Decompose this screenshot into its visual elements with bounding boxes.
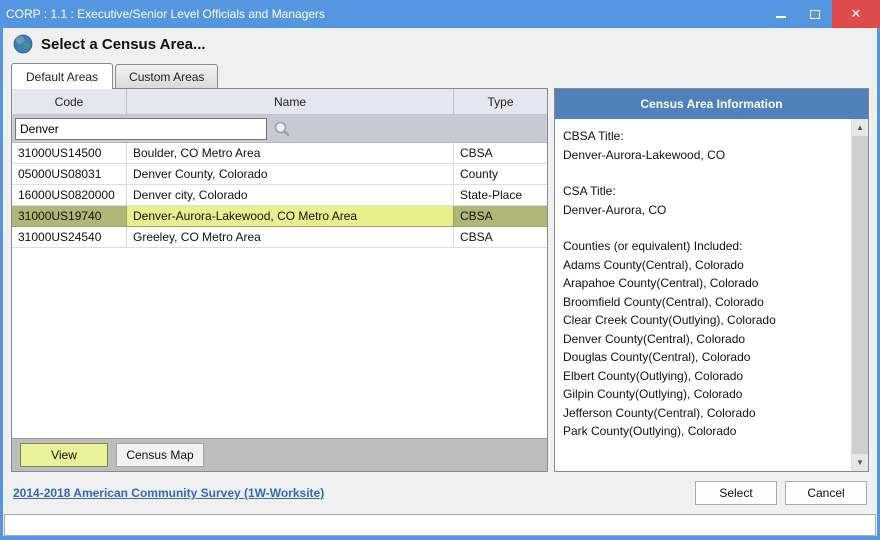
cbsa-title-label: CBSA Title: bbox=[563, 127, 847, 146]
tab-label: Custom Areas bbox=[129, 70, 204, 84]
county-item: Broomfield County(Central), Colorado bbox=[563, 293, 847, 312]
close-button[interactable]: ✕ bbox=[832, 0, 880, 28]
window-title: CORP : 1.1 : Executive/Senior Level Offi… bbox=[6, 7, 764, 21]
dialog-footer: 2014-2018 American Community Survey (1W-… bbox=[3, 472, 877, 514]
column-header-name[interactable]: Name bbox=[127, 89, 454, 114]
info-scrollbar[interactable]: ▲ ▼ bbox=[851, 119, 868, 471]
column-header-type[interactable]: Type bbox=[454, 89, 547, 114]
info-panel-title: Census Area Information bbox=[555, 89, 868, 119]
dialog-header: Select a Census Area... bbox=[3, 28, 877, 60]
county-item: Jefferson County(Central), Colorado bbox=[563, 404, 847, 423]
maximize-icon bbox=[810, 10, 820, 19]
cell-code: 31000US14500 bbox=[12, 143, 127, 164]
page-title: Select a Census Area... bbox=[41, 36, 206, 53]
cell-code: 31000US19740 bbox=[12, 206, 127, 227]
cell-type: CBSA bbox=[454, 206, 547, 227]
county-item: Adams County(Central), Colorado bbox=[563, 256, 847, 275]
cell-name: Denver-Aurora-Lakewood, CO Metro Area bbox=[127, 206, 454, 227]
cancel-button[interactable]: Cancel bbox=[785, 481, 867, 505]
dialog-window: CORP : 1.1 : Executive/Senior Level Offi… bbox=[0, 0, 880, 540]
main-content: Code Name Type 31000US14500 Boulder, CO … bbox=[3, 88, 877, 472]
cell-name: Boulder, CO Metro Area bbox=[127, 143, 454, 164]
minimize-button[interactable] bbox=[764, 0, 798, 28]
search-input[interactable] bbox=[15, 118, 267, 140]
info-panel-body: CBSA Title: Denver-Aurora-Lakewood, CO C… bbox=[555, 119, 868, 471]
table-actions-bar: View Census Map bbox=[12, 438, 547, 471]
view-button[interactable]: View bbox=[20, 443, 108, 467]
county-item: Clear Creek County(Outlying), Colorado bbox=[563, 311, 847, 330]
cell-code: 16000US0820000 bbox=[12, 185, 127, 206]
scroll-up-icon[interactable]: ▲ bbox=[852, 119, 868, 136]
tab-strip: Default Areas Custom Areas bbox=[3, 60, 877, 88]
search-icon[interactable] bbox=[273, 120, 291, 138]
titlebar: CORP : 1.1 : Executive/Senior Level Offi… bbox=[0, 0, 880, 28]
table-header-row: Code Name Type bbox=[12, 89, 547, 115]
search-row bbox=[12, 115, 547, 143]
table-row[interactable]: 31000US24540 Greeley, CO Metro Area CBSA bbox=[12, 227, 547, 248]
cell-name: Denver city, Colorado bbox=[127, 185, 454, 206]
cell-type: CBSA bbox=[454, 227, 547, 248]
county-item: Park County(Outlying), Colorado bbox=[563, 422, 847, 441]
census-map-button[interactable]: Census Map bbox=[116, 443, 204, 467]
select-button[interactable]: Select bbox=[695, 481, 777, 505]
county-item: Arapahoe County(Central), Colorado bbox=[563, 274, 847, 293]
csa-title-label: CSA Title: bbox=[563, 182, 847, 201]
county-item: Douglas County(Central), Colorado bbox=[563, 348, 847, 367]
survey-link[interactable]: 2014-2018 American Community Survey (1W-… bbox=[13, 486, 324, 500]
tab-custom-areas[interactable]: Custom Areas bbox=[115, 64, 218, 88]
cell-code: 05000US08031 bbox=[12, 164, 127, 185]
table-row[interactable]: 05000US08031 Denver County, Colorado Cou… bbox=[12, 164, 547, 185]
info-panel-text: CBSA Title: Denver-Aurora-Lakewood, CO C… bbox=[555, 119, 851, 471]
county-item: Elbert County(Outlying), Colorado bbox=[563, 367, 847, 386]
counties-label: Counties (or equivalent) Included: bbox=[563, 237, 847, 256]
globe-icon bbox=[13, 34, 33, 54]
scrollbar-thumb[interactable] bbox=[852, 136, 868, 454]
county-item: Gilpin County(Outlying), Colorado bbox=[563, 385, 847, 404]
cell-name: Denver County, Colorado bbox=[127, 164, 454, 185]
cell-type: CBSA bbox=[454, 143, 547, 164]
tab-default-areas[interactable]: Default Areas bbox=[11, 63, 113, 89]
cell-type: State-Place bbox=[454, 185, 547, 206]
column-header-code[interactable]: Code bbox=[12, 89, 127, 114]
census-area-table-panel: Code Name Type 31000US14500 Boulder, CO … bbox=[11, 88, 548, 472]
county-item: Denver County(Central), Colorado bbox=[563, 330, 847, 349]
close-icon: ✕ bbox=[851, 6, 862, 22]
table-empty-area bbox=[12, 248, 547, 438]
table-row-selected[interactable]: 31000US19740 Denver-Aurora-Lakewood, CO … bbox=[12, 206, 547, 227]
cell-name: Greeley, CO Metro Area bbox=[127, 227, 454, 248]
status-bar bbox=[4, 514, 876, 536]
cbsa-title-value: Denver-Aurora-Lakewood, CO bbox=[563, 146, 847, 165]
tab-label: Default Areas bbox=[26, 70, 98, 84]
scroll-down-icon[interactable]: ▼ bbox=[852, 454, 868, 471]
csa-title-value: Denver-Aurora, CO bbox=[563, 201, 847, 220]
cell-code: 31000US24540 bbox=[12, 227, 127, 248]
maximize-button[interactable] bbox=[798, 0, 832, 28]
cell-type: County bbox=[454, 164, 547, 185]
minimize-icon bbox=[776, 16, 786, 18]
table-row[interactable]: 31000US14500 Boulder, CO Metro Area CBSA bbox=[12, 143, 547, 164]
table-row[interactable]: 16000US0820000 Denver city, Colorado Sta… bbox=[12, 185, 547, 206]
census-area-info-panel: Census Area Information CBSA Title: Denv… bbox=[554, 88, 869, 472]
